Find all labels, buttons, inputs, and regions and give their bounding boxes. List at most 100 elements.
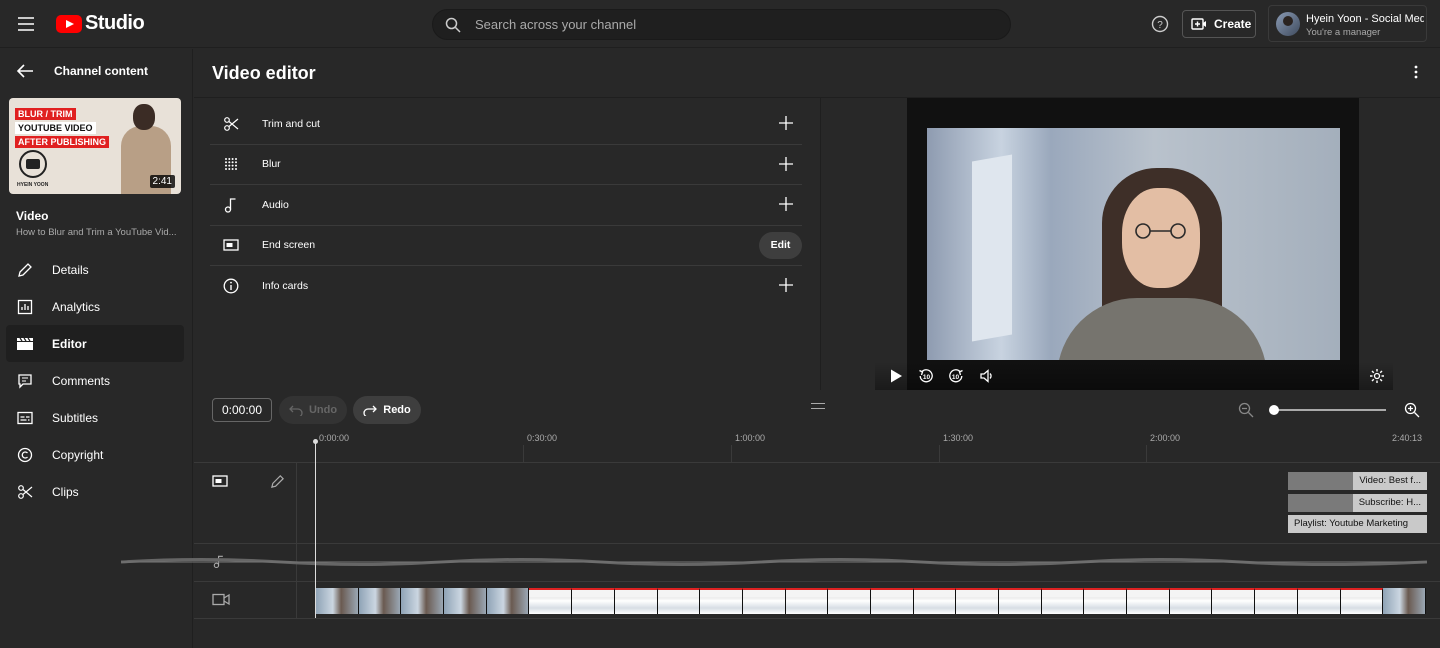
current-time-field[interactable]: 0:00:00 bbox=[212, 398, 272, 422]
editor-tools-list: Trim and cut Blur Audio End screen Edit … bbox=[210, 104, 802, 307]
svg-text:?: ? bbox=[1157, 20, 1163, 31]
filmstrip-frame bbox=[999, 588, 1042, 614]
filmstrip-frame bbox=[828, 588, 871, 614]
end-screen-icon bbox=[222, 239, 240, 251]
tool-trim-and-cut[interactable]: Trim and cut bbox=[210, 104, 802, 145]
filmstrip-frame bbox=[956, 588, 999, 614]
avatar bbox=[1276, 12, 1300, 36]
tool-end-screen[interactable]: End screen Edit bbox=[210, 226, 802, 266]
copyright-icon bbox=[16, 446, 34, 464]
sidebar-item-clips[interactable]: Clips bbox=[6, 473, 184, 510]
filmstrip-frame bbox=[657, 588, 701, 614]
video-player[interactable] bbox=[907, 98, 1359, 390]
forward-10-icon[interactable]: 10 bbox=[948, 368, 964, 384]
studio-logo[interactable]: Studio bbox=[56, 12, 145, 35]
scissors-icon bbox=[16, 483, 34, 501]
volume-icon[interactable] bbox=[979, 368, 995, 384]
timeline-ruler[interactable]: 0:00:00 0:30:00 1:00:00 1:30:00 2:00:00 … bbox=[194, 433, 1440, 463]
video-title: How to Blur and Trim a YouTube Vid... bbox=[16, 227, 176, 238]
edit-pencil-icon[interactable] bbox=[270, 474, 285, 489]
search-icon[interactable] bbox=[445, 17, 461, 33]
sidebar-nav: Details Analytics Editor Comments Subtit… bbox=[6, 251, 184, 510]
add-audio-plus-icon[interactable] bbox=[778, 196, 794, 212]
subtitles-icon bbox=[16, 409, 34, 427]
create-button[interactable]: Create bbox=[1182, 10, 1256, 38]
account-name: Hyein Yoon - Social Med... bbox=[1306, 13, 1424, 25]
playhead-handle[interactable] bbox=[313, 439, 318, 444]
add-info-card-plus-icon[interactable] bbox=[778, 277, 794, 293]
scissors-icon bbox=[222, 116, 240, 132]
sidebar-item-editor[interactable]: Editor bbox=[6, 325, 184, 362]
end-screen-element-video[interactable]: Video: Best f... bbox=[1288, 472, 1427, 490]
settings-gear-icon[interactable] bbox=[1369, 368, 1385, 384]
sidebar-item-comments[interactable]: Comments bbox=[6, 362, 184, 399]
sidebar-item-analytics[interactable]: Analytics bbox=[6, 288, 184, 325]
page-title: Video editor bbox=[212, 63, 316, 83]
account-role: You're a manager bbox=[1306, 27, 1381, 38]
resize-drag-handle[interactable] bbox=[811, 403, 825, 409]
player-controls: 10 10 bbox=[875, 362, 1393, 390]
filmstrip-frame bbox=[785, 588, 829, 614]
filmstrip-frame bbox=[1340, 588, 1384, 614]
help-icon[interactable]: ? bbox=[1150, 14, 1170, 34]
filmstrip-frame bbox=[358, 588, 402, 614]
blur-icon bbox=[222, 157, 240, 171]
sidebar-item-copyright[interactable]: Copyright bbox=[6, 436, 184, 473]
tick-label: 2:40:13 bbox=[1392, 433, 1423, 443]
end-screen-icon bbox=[212, 475, 228, 487]
create-video-icon bbox=[1191, 18, 1206, 30]
filmstrip-frame bbox=[700, 588, 743, 614]
play-icon[interactable] bbox=[889, 368, 903, 384]
video-frame bbox=[927, 128, 1340, 360]
youtube-logo-icon bbox=[56, 14, 82, 33]
search-bar[interactable] bbox=[432, 9, 1011, 40]
redo-button[interactable]: Redo bbox=[353, 396, 421, 424]
end-screen-element-subscribe[interactable]: Subscribe: H... bbox=[1288, 494, 1427, 512]
tool-blur[interactable]: Blur bbox=[210, 145, 802, 185]
tick-label: 1:30:00 bbox=[943, 433, 974, 443]
video-camera-icon bbox=[212, 593, 230, 606]
pencil-icon bbox=[16, 261, 34, 279]
info-icon bbox=[222, 278, 240, 294]
filmstrip-frame bbox=[1127, 588, 1170, 614]
playhead[interactable] bbox=[315, 441, 316, 618]
tick-label: 2:00:00 bbox=[1150, 433, 1181, 443]
analytics-icon bbox=[16, 298, 34, 316]
add-blur-plus-icon[interactable] bbox=[778, 156, 794, 172]
account-switcher[interactable]: Hyein Yoon - Social Med... You're a mana… bbox=[1268, 5, 1427, 42]
svg-text:10: 10 bbox=[923, 374, 931, 381]
filmstrip-frame bbox=[572, 588, 615, 614]
more-options-icon[interactable] bbox=[1414, 65, 1418, 79]
undo-button[interactable]: Undo bbox=[279, 396, 347, 424]
filmstrip-frame bbox=[316, 588, 359, 614]
undo-icon bbox=[289, 405, 303, 416]
video-filmstrip[interactable] bbox=[316, 588, 1427, 614]
back-to-channel-content[interactable]: Channel content bbox=[16, 63, 148, 79]
zoom-out-icon[interactable] bbox=[1238, 402, 1254, 418]
end-screen-element-playlist[interactable]: Playlist: Youtube Marketing bbox=[1288, 515, 1427, 533]
hamburger-menu-icon[interactable] bbox=[16, 14, 36, 34]
sidebar-item-subtitles[interactable]: Subtitles bbox=[6, 399, 184, 436]
rewind-10-icon[interactable]: 10 bbox=[918, 368, 934, 384]
redo-icon bbox=[363, 405, 378, 416]
video-duration: 2:41 bbox=[149, 175, 175, 188]
edit-end-screen-button[interactable]: Edit bbox=[759, 231, 802, 259]
filmstrip-frame bbox=[1297, 588, 1341, 614]
tool-audio[interactable]: Audio bbox=[210, 185, 802, 226]
zoom-slider-handle[interactable] bbox=[1269, 405, 1279, 415]
audio-waveform[interactable] bbox=[121, 540, 1427, 584]
add-trim-plus-icon[interactable] bbox=[778, 115, 794, 131]
back-arrow-icon[interactable] bbox=[16, 63, 34, 79]
tick-label: 0:30:00 bbox=[527, 433, 558, 443]
zoom-slider-track[interactable] bbox=[1274, 409, 1386, 411]
zoom-in-icon[interactable] bbox=[1404, 402, 1420, 418]
end-screen-lane: Video: Best f... Subscribe: H... Playlis… bbox=[194, 463, 1440, 544]
tool-info-cards[interactable]: Info cards bbox=[210, 266, 802, 307]
search-input[interactable] bbox=[475, 10, 995, 39]
video-thumbnail[interactable]: BLUR / TRIM YOUTUBE VIDEO AFTER PUBLISHI… bbox=[9, 98, 181, 194]
filmstrip-frame bbox=[742, 588, 786, 614]
music-note-icon bbox=[222, 197, 240, 213]
video-preview-area: 10 10 bbox=[820, 98, 1440, 390]
sidebar-item-details[interactable]: Details bbox=[6, 251, 184, 288]
video-section-label: Video bbox=[16, 209, 49, 223]
